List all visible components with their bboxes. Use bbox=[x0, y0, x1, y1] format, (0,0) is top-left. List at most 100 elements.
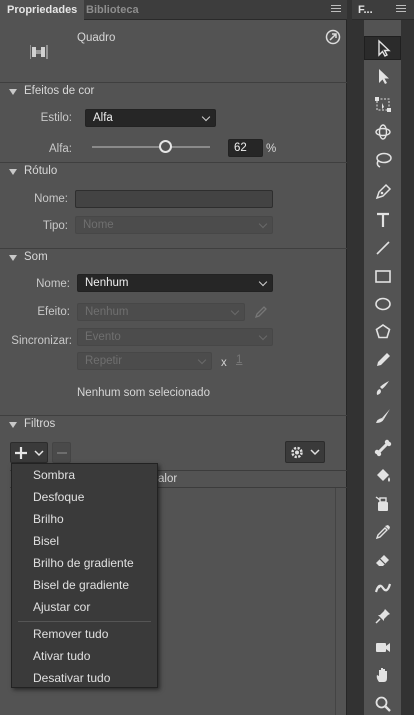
tab-properties[interactable]: Propriedades bbox=[0, 0, 85, 20]
label-name-input[interactable] bbox=[75, 190, 273, 208]
tool-pen[interactable] bbox=[364, 180, 401, 204]
tool-camera[interactable] bbox=[364, 635, 401, 659]
collapse-triangle-icon bbox=[9, 422, 17, 428]
tab-library[interactable]: Biblioteca bbox=[79, 0, 146, 20]
sound-status: Nenhum som selecionado bbox=[77, 387, 210, 399]
tool-zoom[interactable] bbox=[364, 692, 401, 715]
pen-icon bbox=[375, 183, 391, 200]
tool-text[interactable] bbox=[364, 208, 401, 232]
chevron-down-icon bbox=[258, 277, 268, 287]
alpha-label: Alfa: bbox=[48, 143, 72, 155]
paint-brush-icon bbox=[376, 381, 389, 395]
tool-lasso[interactable] bbox=[364, 148, 401, 172]
section-title: Rótulo bbox=[24, 165, 58, 177]
symbol-instance-icon bbox=[29, 40, 48, 65]
tool-bone[interactable] bbox=[364, 436, 401, 460]
tool-brush[interactable] bbox=[364, 404, 401, 428]
menu-item-gradient-glow[interactable]: Brilho de gradiente bbox=[12, 552, 157, 574]
remove-filter-button[interactable] bbox=[52, 442, 71, 463]
tool-line[interactable] bbox=[364, 236, 401, 260]
bone-icon bbox=[374, 439, 391, 457]
tool-hand[interactable] bbox=[364, 663, 401, 687]
edit-symbol-icon[interactable] bbox=[325, 29, 341, 48]
tool-pin[interactable] bbox=[364, 604, 401, 628]
tool-paint-bucket[interactable] bbox=[364, 464, 401, 488]
polystar-icon bbox=[375, 324, 390, 339]
tool-oval[interactable] bbox=[364, 292, 401, 316]
sound-effect-label: Efeito: bbox=[37, 306, 70, 318]
tool-ink-bottle[interactable] bbox=[364, 492, 401, 516]
menu-item-enable-all[interactable]: Ativar tudo bbox=[12, 645, 157, 667]
sync-dropdown[interactable]: Evento bbox=[77, 328, 273, 346]
3d-rotation-icon bbox=[374, 124, 391, 140]
tool-pencil[interactable] bbox=[364, 348, 401, 372]
label-type-dropdown[interactable]: Nome bbox=[75, 216, 273, 234]
alpha-slider-handle[interactable] bbox=[159, 140, 173, 153]
tools-panel-menu-icon[interactable] bbox=[396, 5, 406, 14]
repeat-times-label: x bbox=[221, 357, 227, 369]
chevron-down-icon bbox=[230, 306, 240, 316]
pin-icon bbox=[374, 609, 390, 624]
section-title: Filtros bbox=[24, 418, 56, 430]
line-icon bbox=[375, 241, 390, 255]
zoom-icon bbox=[375, 696, 391, 712]
tool-free-transform[interactable] bbox=[364, 92, 401, 116]
menu-item-gradient-bevel[interactable]: Bisel de gradiente bbox=[12, 574, 157, 596]
label-type-value: Nome bbox=[83, 219, 114, 231]
filter-presets-button[interactable] bbox=[285, 441, 325, 463]
edit-pencil-icon[interactable] bbox=[254, 305, 268, 322]
menu-item-glow[interactable]: Brilho bbox=[12, 508, 157, 530]
menu-item-blur[interactable]: Desfoque bbox=[12, 486, 157, 508]
add-filter-menu: Sombra Desfoque Brilho Bisel Brilho de g… bbox=[11, 463, 158, 688]
eyedropper-icon bbox=[375, 525, 390, 540]
label-name-label: Nome: bbox=[34, 193, 68, 205]
section-title: Efeitos de cor bbox=[24, 85, 95, 97]
style-dropdown[interactable]: Alfa bbox=[85, 109, 216, 127]
label-section-header[interactable]: Rótulo bbox=[0, 162, 347, 181]
add-filter-button[interactable] bbox=[10, 442, 48, 463]
menu-item-bevel[interactable]: Bisel bbox=[12, 530, 157, 552]
repeat-dropdown[interactable]: Repetir bbox=[77, 352, 212, 370]
menu-item-disable-all[interactable]: Desativar tudo bbox=[12, 667, 157, 689]
style-value: Alfa bbox=[93, 112, 113, 124]
sync-label: Sincronizar: bbox=[11, 335, 72, 347]
repeat-value: Repetir bbox=[85, 355, 123, 367]
tool-rectangle[interactable] bbox=[364, 264, 401, 288]
tool-eraser[interactable] bbox=[364, 548, 401, 572]
chevron-down-icon bbox=[201, 112, 211, 122]
tool-3d-rotation[interactable] bbox=[364, 120, 401, 144]
panel-tab-bar: Propriedades Biblioteca bbox=[0, 0, 347, 20]
text-icon bbox=[376, 212, 389, 227]
sound-section-header[interactable]: Som bbox=[0, 248, 347, 267]
menu-item-shadow[interactable]: Sombra bbox=[12, 464, 157, 486]
paint-bucket-icon bbox=[376, 469, 390, 482]
menu-item-adjust-color[interactable]: Ajustar cor bbox=[12, 596, 157, 618]
lasso-icon bbox=[375, 152, 392, 168]
tool-width[interactable] bbox=[364, 576, 401, 600]
style-label: Estilo: bbox=[40, 112, 72, 124]
tool-subselection[interactable] bbox=[364, 64, 401, 88]
tool-eyedropper[interactable] bbox=[364, 520, 401, 544]
collapse-triangle-icon bbox=[9, 255, 17, 261]
chevron-down-icon bbox=[258, 331, 268, 341]
alpha-slider-track[interactable] bbox=[92, 146, 210, 148]
sound-name-label: Nome: bbox=[36, 278, 70, 290]
tool-polystar[interactable] bbox=[364, 320, 401, 344]
alpha-value: 62 bbox=[234, 142, 247, 154]
alpha-input[interactable]: 62 bbox=[228, 139, 263, 157]
menu-item-remove-all[interactable]: Remover tudo bbox=[12, 623, 157, 645]
repeat-count[interactable]: 1 bbox=[236, 354, 242, 366]
alpha-unit: % bbox=[266, 143, 277, 155]
oval-icon bbox=[374, 297, 391, 311]
tools-tab[interactable]: F... bbox=[358, 4, 373, 16]
sound-name-dropdown[interactable]: Nenhum bbox=[77, 274, 273, 292]
tool-selection[interactable] bbox=[364, 36, 401, 60]
tool-paint-brush[interactable] bbox=[364, 376, 401, 400]
section-title: Som bbox=[24, 251, 48, 263]
filters-section-header[interactable]: Filtros bbox=[0, 415, 347, 434]
chevron-down-icon bbox=[258, 219, 268, 229]
panel-menu-icon[interactable] bbox=[331, 5, 341, 14]
sound-effect-dropdown[interactable]: Nenhum bbox=[77, 303, 245, 321]
color-effects-header[interactable]: Efeitos de cor bbox=[0, 82, 347, 101]
pencil-icon bbox=[376, 353, 390, 366]
